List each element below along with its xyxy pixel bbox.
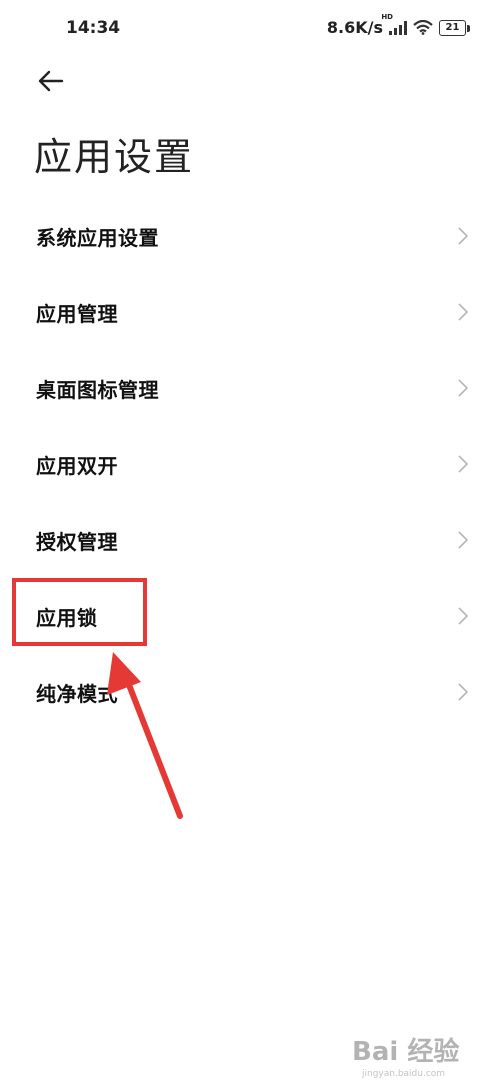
menu-item-label: 纯净模式 bbox=[36, 681, 118, 706]
menu-item-desktop-icon-management[interactable]: 桌面图标管理 bbox=[0, 350, 500, 426]
menu-item-app-lock[interactable]: 应用锁 bbox=[0, 578, 500, 654]
watermark-subtext: jingyan.baidu.com bbox=[361, 1069, 445, 1079]
chevron-right-icon bbox=[458, 379, 468, 397]
network-speed: 8.6K/s HD bbox=[326, 13, 393, 37]
menu-item-label: 应用双开 bbox=[36, 453, 118, 478]
battery-icon: 21 bbox=[439, 19, 470, 36]
chevron-right-icon bbox=[458, 303, 468, 321]
menu-item-label: 应用锁 bbox=[36, 605, 98, 630]
chevron-right-icon bbox=[458, 531, 468, 549]
battery-level: 21 bbox=[445, 21, 460, 33]
network-speed-value: 8.6K/s bbox=[326, 18, 383, 37]
page-title: 应用设置 bbox=[34, 135, 195, 179]
menu-item-permission-management[interactable]: 授权管理 bbox=[0, 502, 500, 578]
wifi-icon bbox=[413, 20, 433, 35]
menu-item-dual-apps[interactable]: 应用双开 bbox=[0, 426, 500, 502]
hd-badge: HD bbox=[381, 13, 393, 21]
settings-menu: 系统应用设置 应用管理 桌面图标管理 应用双开 授权管理 应用锁 纯净模式 bbox=[0, 198, 500, 730]
status-bar: 14:34 8.6K/s HD 21 bbox=[0, 0, 500, 60]
watermark-text: Bai 经验 bbox=[352, 1036, 459, 1067]
arrow-left-icon bbox=[38, 70, 64, 92]
menu-item-label: 授权管理 bbox=[36, 529, 118, 554]
chevron-right-icon bbox=[458, 683, 468, 701]
status-indicators: 8.6K/s HD 21 bbox=[326, 13, 470, 37]
chevron-right-icon bbox=[458, 227, 468, 245]
chevron-right-icon bbox=[458, 607, 468, 625]
status-time: 14:34 bbox=[66, 18, 121, 38]
signal-icon bbox=[389, 20, 407, 35]
menu-item-label: 桌面图标管理 bbox=[36, 377, 159, 402]
back-button[interactable] bbox=[34, 65, 68, 97]
menu-item-label: 系统应用设置 bbox=[36, 225, 159, 250]
baidu-jingyan-watermark: Bai 经验 jingyan.baidu.com bbox=[352, 1036, 459, 1079]
chevron-right-icon bbox=[458, 455, 468, 473]
menu-item-label: 应用管理 bbox=[36, 301, 118, 326]
menu-item-pure-mode[interactable]: 纯净模式 bbox=[0, 654, 500, 730]
menu-item-system-app-settings[interactable]: 系统应用设置 bbox=[0, 198, 500, 274]
menu-item-app-management[interactable]: 应用管理 bbox=[0, 274, 500, 350]
